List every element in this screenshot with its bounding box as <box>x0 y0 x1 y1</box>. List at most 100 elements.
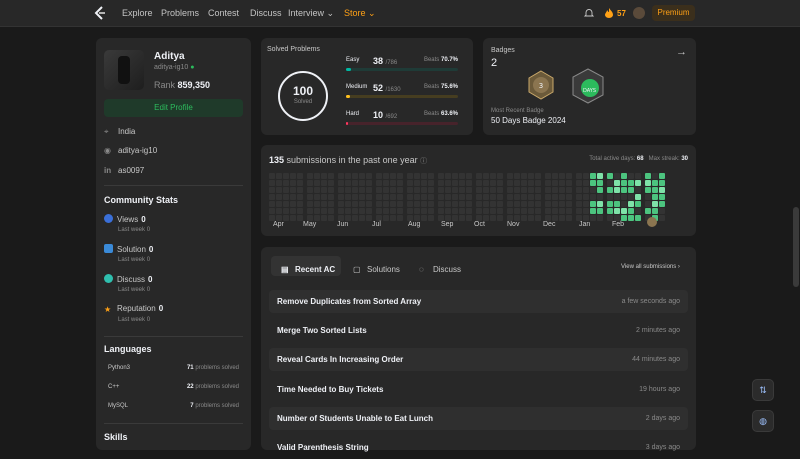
heatmap-cell <box>597 187 603 193</box>
heatmap-cell <box>490 201 496 207</box>
heatmap-cell <box>507 180 513 186</box>
heatmap-cell <box>314 180 320 186</box>
heatmap-cell <box>497 208 503 214</box>
submission-row[interactable]: Merge Two Sorted Lists 2 minutes ago <box>269 319 688 342</box>
page-scrollbar[interactable] <box>792 27 800 450</box>
heatmap-cell <box>659 208 665 214</box>
top-nav: Explore Problems Contest Discuss Intervi… <box>0 0 800 27</box>
heatmap-cell <box>452 208 458 214</box>
heatmap-cell <box>552 173 558 179</box>
heatmap-cell <box>445 194 451 200</box>
activity-heatmap[interactable] <box>269 173 688 221</box>
heatmap-cell <box>283 194 289 200</box>
nav-store[interactable]: Store ⌄ <box>344 8 376 19</box>
badge-100-days-icon[interactable]: 3 <box>527 70 555 100</box>
heatmap-cell <box>483 208 489 214</box>
scrollbar-thumb[interactable] <box>793 207 799 287</box>
hard-progress-bar <box>346 122 458 125</box>
heatmap-cell <box>559 194 565 200</box>
heatmap-cell <box>645 187 651 193</box>
stat-solution: Solution 0 <box>104 244 153 254</box>
heatmap-cell <box>521 173 527 179</box>
profile-sidebar: Aditya aditya-ig10 ● Rank 859,350 Edit P… <box>96 38 251 450</box>
heatmap-cell <box>466 187 472 193</box>
discuss-icon <box>104 274 113 283</box>
edit-profile-button[interactable]: Edit Profile <box>104 99 243 117</box>
arrow-right-icon[interactable]: → <box>676 46 687 58</box>
heatmap-cell <box>521 201 527 207</box>
heatmap-cell <box>535 173 541 179</box>
bell-icon[interactable] <box>584 8 594 18</box>
heatmap-cell <box>276 180 282 186</box>
view-all-submissions-link[interactable]: View all submissions › <box>621 264 680 270</box>
heatmap-cell <box>345 173 351 179</box>
heatmap-cell <box>552 187 558 193</box>
heatmap-cell <box>376 180 382 186</box>
easy-progress-bar <box>346 68 458 71</box>
submission-row[interactable]: Remove Duplicates from Sorted Array a few… <box>269 290 688 313</box>
heatmap-cell <box>628 208 634 214</box>
submission-row[interactable]: Time Needed to Buy Tickets 19 hours ago <box>269 378 688 401</box>
languages-title: Languages <box>104 344 152 354</box>
nav-problems[interactable]: Problems <box>161 8 199 18</box>
nav-contest[interactable]: Contest <box>208 8 239 18</box>
month-label: Jun <box>337 221 349 228</box>
calendar-meta: Total active days: 68 Max streak: 30 <box>589 156 688 162</box>
heatmap-cell <box>459 194 465 200</box>
tab-recent-ac[interactable]: ▤ Recent AC <box>281 261 335 278</box>
submission-row[interactable]: Reveal Cards In Increasing Order 44 minut… <box>269 348 688 371</box>
heatmap-cell <box>576 208 582 214</box>
nav-discuss[interactable]: Discuss <box>250 8 282 18</box>
month-label: Oct <box>474 221 485 228</box>
fire-icon[interactable] <box>605 8 613 18</box>
heatmap-cell <box>345 194 351 200</box>
heatmap-cell <box>328 194 334 200</box>
submission-row[interactable]: Valid Parenthesis String 3 days ago <box>269 436 688 459</box>
nav-interview[interactable]: Interview ⌄ <box>288 8 334 19</box>
github-link[interactable]: ◉ aditya-ig10 <box>104 146 157 155</box>
heatmap-cell <box>414 208 420 214</box>
heatmap-cell <box>459 180 465 186</box>
heatmap-cell <box>407 187 413 193</box>
heatmap-cell <box>397 208 403 214</box>
badge-50-days-icon[interactable]: DAYS <box>570 68 606 104</box>
swap-layout-icon[interactable]: ⇅ <box>752 379 774 401</box>
heatmap-cell <box>390 215 396 221</box>
heatmap-cell <box>414 173 420 179</box>
nav-explore[interactable]: Explore <box>122 8 153 18</box>
heatmap-cell <box>383 201 389 207</box>
heatmap-cell <box>635 173 641 179</box>
heatmap-cell <box>459 215 465 221</box>
eye-icon <box>104 214 113 223</box>
heatmap-cell <box>659 173 665 179</box>
heatmap-cell <box>628 180 634 186</box>
heatmap-cell <box>521 180 527 186</box>
streak-count[interactable]: 57 <box>617 9 626 18</box>
heatmap-cell <box>328 180 334 186</box>
premium-button[interactable]: Premium <box>652 5 695 21</box>
feedback-chat-icon[interactable]: ◍ <box>752 410 774 432</box>
heatmap-cell <box>645 201 651 207</box>
heatmap-cell <box>428 180 434 186</box>
heatmap-cell <box>497 201 503 207</box>
heatmap-cell <box>483 201 489 207</box>
linkedin-link[interactable]: in as0097 <box>104 166 144 175</box>
submission-row[interactable]: Number of Students Unable to Eat Lunch 2 … <box>269 407 688 430</box>
solved-ring: 100 Solved <box>278 71 328 121</box>
heatmap-cell <box>507 208 513 214</box>
heatmap-cell <box>421 201 427 207</box>
leetcode-logo[interactable] <box>94 6 106 20</box>
heatmap-cell <box>297 173 303 179</box>
heatmap-cell <box>352 215 358 221</box>
nav-avatar[interactable] <box>633 7 645 19</box>
heatmap-cell <box>614 194 620 200</box>
lang-cpp: C++ 22 problems solved <box>108 384 239 390</box>
heatmap-cell <box>328 187 334 193</box>
heatmap-cell <box>269 194 275 200</box>
difficulty-hard: Hard 10 /692 Beats 63.6% <box>346 110 458 133</box>
heatmap-cell <box>359 194 365 200</box>
tab-solutions[interactable]: ▢ Solutions <box>353 261 400 278</box>
tab-discuss[interactable]: ◌ Discuss <box>419 261 461 278</box>
heatmap-cell <box>621 201 627 207</box>
heatmap-cell <box>307 194 313 200</box>
